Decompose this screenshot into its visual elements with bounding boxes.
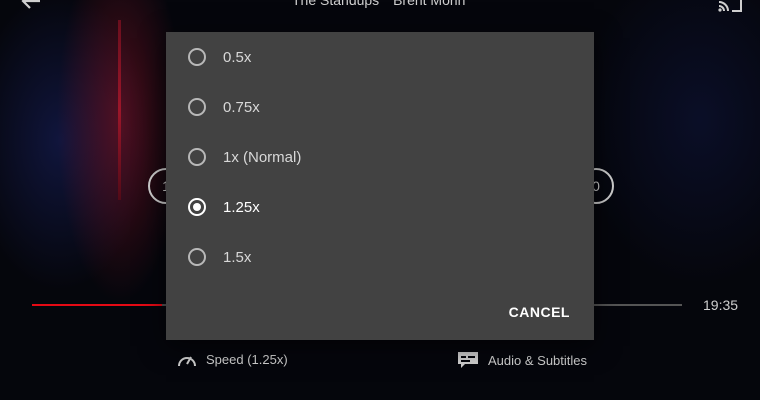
time-remaining: 19:35 xyxy=(703,297,739,313)
speedometer-icon xyxy=(178,356,196,367)
radio-button[interactable] xyxy=(188,98,206,116)
speed-option-1-25x[interactable]: 1.25x xyxy=(188,182,568,232)
speed-option-label: 1.5x xyxy=(223,248,252,266)
stage-light-strip xyxy=(118,20,121,200)
speed-option-label: 0.75x xyxy=(223,98,260,116)
subtitles-icon xyxy=(458,352,478,368)
show-title: The Standups xyxy=(292,0,380,8)
speed-option-0-75x[interactable]: 0.75x xyxy=(188,82,568,132)
radio-button[interactable] xyxy=(188,248,206,266)
cast-icon[interactable] xyxy=(716,0,744,14)
speed-option-1x-normal[interactable]: 1x (Normal) xyxy=(188,132,568,182)
radio-button[interactable] xyxy=(188,48,206,66)
radio-button[interactable] xyxy=(188,198,206,216)
audio-subtitles-button[interactable]: Audio & Subtitles xyxy=(456,350,587,370)
speed-option-0-5x[interactable]: 0.5x xyxy=(188,32,568,82)
speed-option-1-5x[interactable]: 1.5x xyxy=(188,232,568,282)
audio-subtitles-label: Audio & Subtitles xyxy=(488,352,588,368)
back-arrow-icon[interactable] xyxy=(18,0,44,14)
speed-button[interactable]: Speed (1.25x) xyxy=(176,350,288,368)
cancel-button[interactable]: CANCEL xyxy=(509,304,570,320)
episode-title: Brent Morin xyxy=(393,0,466,8)
video-title: The Standups Brent Morin xyxy=(292,0,475,8)
playback-speed-dialog: 0.5x 0.75x 1x (Normal) 1.25x 1.5x CANCEL xyxy=(166,32,594,340)
radio-button[interactable] xyxy=(188,148,206,166)
speed-option-label: 1.25x xyxy=(223,198,260,216)
speed-label: Speed (1.25x) xyxy=(206,351,288,367)
speed-option-label: 0.5x xyxy=(223,48,252,66)
speed-option-label: 1x (Normal) xyxy=(223,148,302,166)
progress-played xyxy=(32,304,162,306)
